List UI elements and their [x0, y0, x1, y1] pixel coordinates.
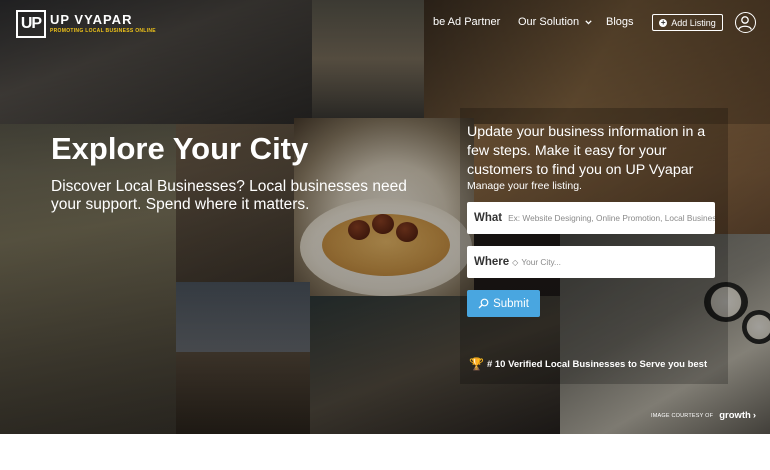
top-navigation: UP UP VYAPAR PROMOTING LOCAL BUSINESS ON… — [0, 0, 770, 46]
search-icon — [478, 298, 489, 309]
nav-ad-partner[interactable]: be Ad Partner — [433, 16, 500, 28]
add-listing-label: Add Listing — [671, 17, 716, 28]
add-listing-button[interactable]: + Add Listing — [652, 14, 723, 31]
verified-text: # 10 Verified Local Businesses to Serve … — [486, 358, 708, 370]
where-search-field[interactable]: Where ◇ — [467, 246, 715, 278]
what-search-field[interactable]: What — [467, 202, 715, 234]
trophy-icon: 🏆 — [469, 357, 484, 371]
user-avatar-icon[interactable] — [735, 12, 756, 33]
hero-title: Explore Your City — [51, 131, 309, 166]
nav-blogs[interactable]: Blogs — [606, 16, 634, 28]
submit-label: Submit — [493, 297, 529, 310]
nav-blogs-label: Blogs — [606, 16, 634, 28]
credit-brand: growth — [719, 410, 751, 421]
listing-heading: Update your business information in a fe… — [467, 124, 706, 178]
nav-ad-partner-label: be Ad Partner — [433, 16, 501, 28]
where-label: Where — [474, 256, 510, 268]
nav-our-solution[interactable]: Our Solution — [518, 16, 592, 28]
brand-tagline: PROMOTING LOCAL BUSINESS ONLINE — [50, 28, 156, 34]
what-label: What — [474, 212, 503, 224]
plus-circle-icon: + — [659, 17, 668, 27]
verified-businesses-note: 🏆 # 10 Verified Local Businesses to Serv… — [469, 357, 707, 371]
chevron-right-icon: › — [752, 410, 757, 421]
nav-our-solution-label: Our Solution — [518, 16, 580, 28]
logo-mark: UP — [16, 10, 46, 38]
chevron-down-icon — [585, 18, 592, 27]
brand-name: UP VYAPAR — [50, 12, 133, 27]
image-credit[interactable]: IMAGE COURTESY OF growth › — [651, 410, 756, 421]
location-pin-icon: ◇ — [512, 257, 519, 267]
submit-button[interactable]: Submit — [467, 290, 540, 317]
listing-subheading: Manage your free listing. — [467, 180, 582, 192]
credit-prefix: IMAGE COURTESY OF — [651, 412, 714, 419]
where-input[interactable] — [521, 257, 715, 267]
what-input[interactable] — [508, 213, 715, 223]
hero-subtitle: Discover Local Businesses? Local busines… — [51, 178, 407, 213]
brand-logo[interactable]: UP UP VYAPAR PROMOTING LOCAL BUSINESS ON… — [16, 10, 156, 38]
